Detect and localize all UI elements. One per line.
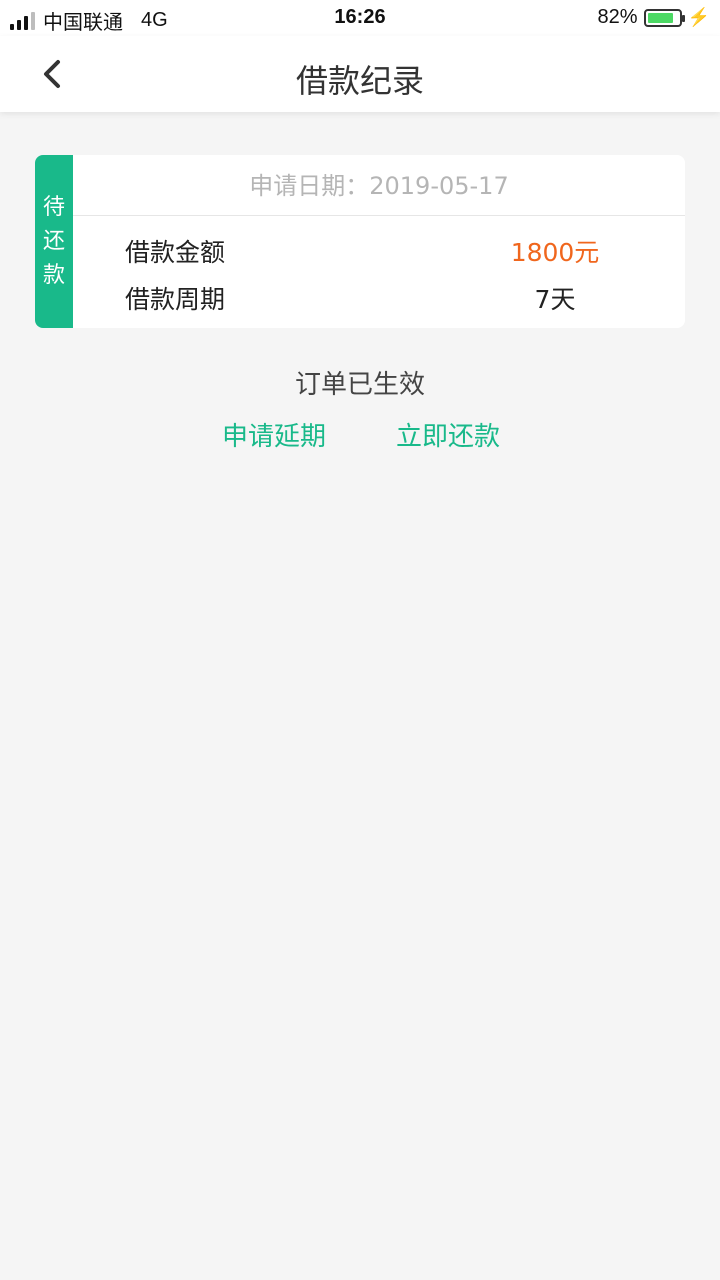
bolt-icon: ⚡ — [687, 7, 710, 27]
battery-percent: 82% — [597, 6, 638, 28]
order-status-text: 订单已生效 — [294, 370, 425, 400]
loan-amount-row: 借款金额 1800元 — [125, 233, 685, 273]
status-tab-char: 待 — [42, 194, 65, 220]
loan-record-card[interactable]: 待 还 款 申请日期：2019-05-17 借款金额 1800元 借款周期 7天 — [35, 155, 685, 328]
apply-date: 申请日期：2019-05-17 — [73, 155, 685, 216]
loan-period-row: 借款周期 7天 — [125, 280, 685, 320]
status-tab-char: 款 — [42, 262, 65, 288]
nav-bar: 借款纪录 — [0, 36, 720, 112]
loan-period-label: 借款周期 — [125, 285, 226, 314]
status-bar: 中国联通 4G 16:26 82% ⚡ — [0, 0, 720, 36]
repay-now-link[interactable]: 立即还款 — [396, 416, 500, 453]
status-bar-right: 82% ⚡ — [598, 6, 710, 29]
page-title: 借款纪录 — [295, 62, 424, 100]
battery-icon — [643, 8, 685, 27]
apply-extension-link[interactable]: 申请延期 — [222, 416, 326, 453]
loan-amount-label: 借款金额 — [125, 238, 226, 267]
status-tab-char: 还 — [42, 228, 65, 254]
status-tab: 待 还 款 — [35, 155, 73, 328]
loan-amount-value: 1800元 — [510, 238, 600, 267]
loan-period-value: 7天 — [534, 285, 576, 314]
